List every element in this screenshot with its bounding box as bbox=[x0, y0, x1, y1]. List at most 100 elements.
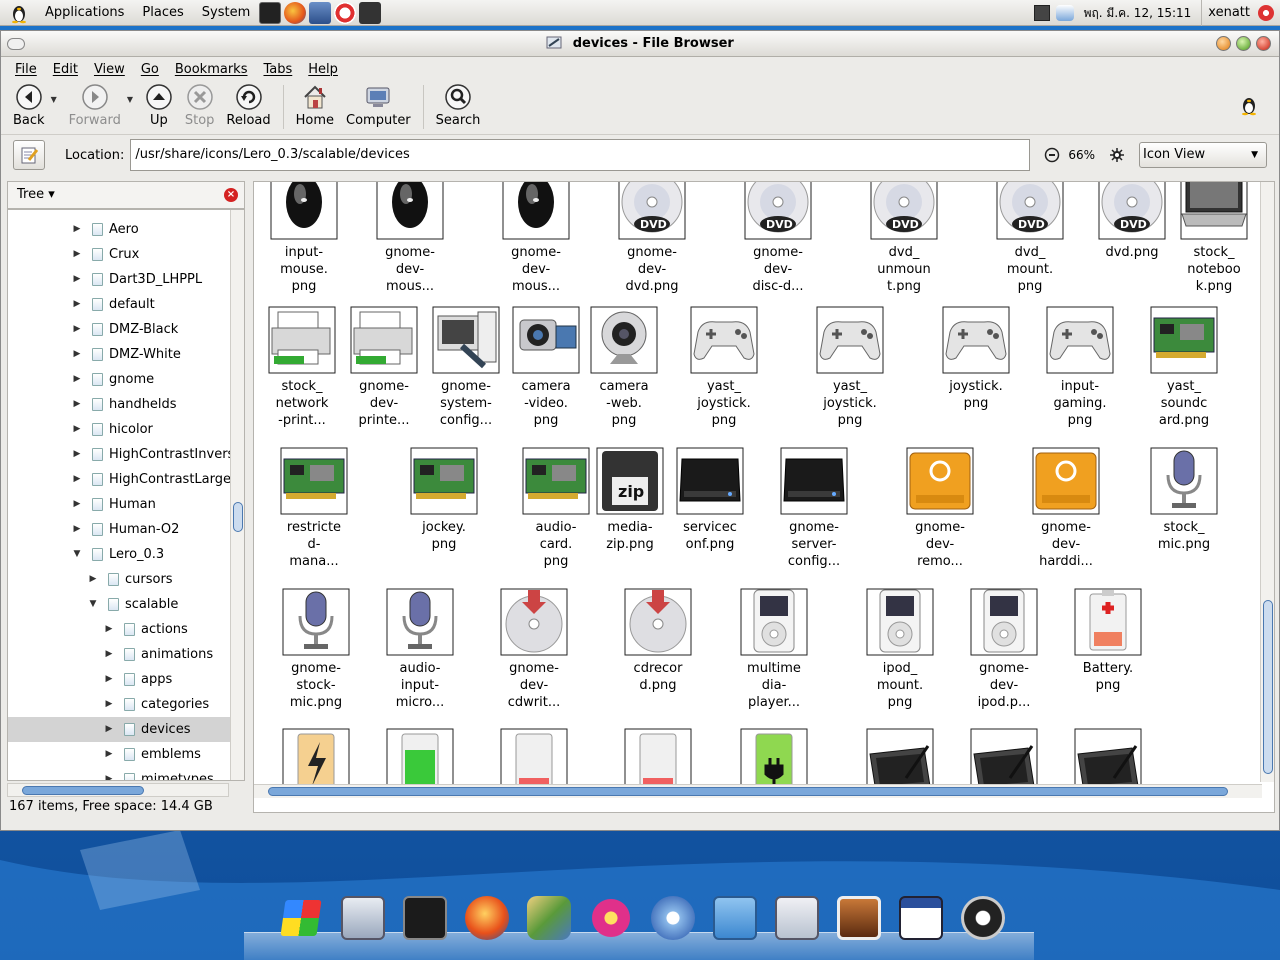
file-item[interactable]: DVD dvd_ unmoun t.png bbox=[858, 182, 950, 295]
file-item[interactable]: input- mouse. png bbox=[258, 182, 350, 295]
dock-item[interactable] bbox=[704, 892, 766, 944]
dock-item[interactable] bbox=[456, 892, 518, 944]
menu-edit[interactable]: Edit bbox=[45, 62, 86, 77]
dock-item[interactable] bbox=[828, 892, 890, 944]
file-item[interactable]: yast_ joystick. png bbox=[804, 306, 896, 429]
dock-item[interactable] bbox=[642, 892, 704, 944]
tree-item[interactable]: ▶ categories bbox=[8, 692, 230, 717]
forward-history-dropdown[interactable]: ▼ bbox=[127, 81, 139, 104]
tree-item[interactable]: ▶ Human bbox=[8, 492, 230, 517]
file-item[interactable]: gnome- dev- printe... bbox=[338, 306, 430, 429]
tree-item[interactable]: ▶ HighContrastInvers bbox=[8, 442, 230, 467]
file-item[interactable]: ipod_ mount. png bbox=[854, 588, 946, 711]
scrollbar-thumb[interactable] bbox=[1263, 600, 1273, 774]
file-item[interactable]: stock_ network -print... bbox=[256, 306, 348, 429]
dock-item[interactable] bbox=[952, 892, 1014, 944]
tree-item[interactable]: ▶ cursors bbox=[8, 567, 230, 592]
maximize-button[interactable] bbox=[1236, 36, 1251, 51]
weather-icon[interactable] bbox=[1055, 5, 1074, 21]
main-horizontal-scrollbar[interactable] bbox=[254, 784, 1262, 798]
file-item[interactable]: Battery. png bbox=[1062, 588, 1154, 694]
tree-item[interactable]: ▶ default bbox=[8, 292, 230, 317]
location-input[interactable]: /usr/share/icons/Lero_0.3/scalable/devic… bbox=[130, 139, 1031, 171]
editor-launcher-icon[interactable] bbox=[309, 1, 332, 24]
dock-item[interactable] bbox=[890, 892, 952, 944]
file-item[interactable]: DVD gnome- dev- disc-d... bbox=[732, 182, 824, 295]
file-item[interactable]: joystick. png bbox=[930, 306, 1022, 412]
dock-item[interactable] bbox=[766, 892, 828, 944]
file-item[interactable]: audio- card. png bbox=[510, 447, 602, 570]
tree-item[interactable]: ▶ gnome bbox=[8, 367, 230, 392]
tree-item[interactable]: ▶ emblems bbox=[8, 742, 230, 767]
menu-view[interactable]: View bbox=[86, 62, 133, 77]
file-item[interactable]: audio- input- micro... bbox=[374, 588, 466, 711]
expand-arrow-icon[interactable]: ▶ bbox=[72, 342, 82, 367]
tree-vertical-scrollbar[interactable] bbox=[230, 210, 244, 780]
file-item[interactable]: gnome- stock- mic.png bbox=[270, 588, 362, 711]
close-button[interactable] bbox=[1256, 36, 1271, 51]
file-item[interactable]: gnome- dev- remo... bbox=[894, 447, 986, 570]
shutdown-icon[interactable] bbox=[1258, 5, 1274, 21]
terminal-launcher-icon[interactable] bbox=[259, 1, 282, 24]
file-item[interactable]: gnome- dev- mous... bbox=[490, 182, 582, 295]
scrollbar-thumb[interactable] bbox=[268, 787, 1228, 796]
file-item[interactable]: restricte d- mana... bbox=[268, 447, 360, 570]
file-item[interactable]: DVD dvd_ mount. png bbox=[984, 182, 1076, 295]
file-item[interactable]: gnome- dev- mous... bbox=[364, 182, 456, 295]
view-mode-select[interactable]: Icon View ▼ bbox=[1139, 142, 1267, 168]
zoom-out-icon[interactable] bbox=[1044, 147, 1060, 163]
file-item[interactable]: gnome- dev- cdwrit... bbox=[488, 588, 580, 711]
expand-arrow-icon[interactable]: ▶ bbox=[72, 217, 82, 242]
file-item[interactable]: multime dia- player... bbox=[728, 588, 820, 711]
dock-item[interactable] bbox=[580, 892, 642, 944]
tree-item[interactable]: ▶ Human-O2 bbox=[8, 517, 230, 542]
up-button[interactable]: Up bbox=[139, 81, 179, 128]
dock-item[interactable] bbox=[518, 892, 580, 944]
tree-item[interactable]: ▶ mimetypes bbox=[8, 767, 230, 780]
file-item[interactable]: DVD gnome- dev- dvd.png bbox=[606, 182, 698, 295]
dock-item[interactable] bbox=[270, 892, 332, 944]
tree-item[interactable]: ▶ DMZ-White bbox=[8, 342, 230, 367]
back-button[interactable]: Back bbox=[7, 81, 51, 128]
home-button[interactable]: Home bbox=[290, 81, 340, 128]
expand-arrow-icon[interactable]: ▶ bbox=[104, 642, 114, 667]
forward-button[interactable]: Forward bbox=[63, 81, 127, 128]
tree-horizontal-scrollbar[interactable] bbox=[7, 783, 229, 797]
expand-arrow-icon[interactable]: ▶ bbox=[104, 667, 114, 692]
collapse-arrow-icon[interactable]: ▼ bbox=[88, 592, 98, 617]
expand-arrow-icon[interactable]: ▶ bbox=[72, 467, 82, 492]
file-item[interactable]: input- gaming. png bbox=[1034, 306, 1126, 429]
collapse-arrow-icon[interactable]: ▼ bbox=[72, 542, 82, 567]
expand-arrow-icon[interactable]: ▶ bbox=[104, 617, 114, 642]
firefox-launcher-icon[interactable] bbox=[284, 1, 307, 24]
user-name[interactable]: xenatt bbox=[1201, 0, 1256, 26]
titlebar[interactable]: devices - File Browser bbox=[1, 31, 1279, 57]
tree-item[interactable]: ▶ Crux bbox=[8, 242, 230, 267]
tree-item[interactable]: ▶ devices bbox=[8, 717, 230, 742]
scrollbar-thumb[interactable] bbox=[22, 786, 144, 795]
expand-arrow-icon[interactable]: ▶ bbox=[104, 767, 114, 780]
tree-item[interactable]: ▶ Dart3D_LHPPL bbox=[8, 267, 230, 292]
file-item[interactable]: stock_ noteboo k.png bbox=[1168, 182, 1260, 295]
help-launcher-icon[interactable] bbox=[334, 1, 357, 24]
network-icon[interactable] bbox=[1033, 5, 1050, 21]
sidebar-mode-select[interactable]: Tree ▾ bbox=[17, 187, 55, 202]
expand-arrow-icon[interactable]: ▶ bbox=[104, 692, 114, 717]
file-item[interactable]: gnome- system- config... bbox=[420, 306, 512, 429]
menu-tabs[interactable]: Tabs bbox=[255, 62, 300, 77]
tree-item[interactable]: ▶ HighContrastLarge bbox=[8, 467, 230, 492]
clock[interactable]: พฤ. มี.ค. 12, 15:11 bbox=[1078, 4, 1202, 23]
window-menu-button[interactable] bbox=[7, 38, 25, 50]
file-item[interactable]: gnome- dev- ipod.p... bbox=[958, 588, 1050, 711]
tree-item[interactable]: ▶ animations bbox=[8, 642, 230, 667]
expand-arrow-icon[interactable]: ▶ bbox=[72, 442, 82, 467]
stop-button[interactable]: Stop bbox=[179, 81, 221, 128]
zoom-normal-icon[interactable] bbox=[1109, 147, 1125, 163]
notes-launcher-icon[interactable] bbox=[359, 1, 382, 24]
menu-file[interactable]: File bbox=[7, 62, 45, 77]
menu-go[interactable]: Go bbox=[133, 62, 167, 77]
file-item[interactable]: stock_ mic.png bbox=[1138, 447, 1230, 553]
close-sidebar-icon[interactable]: × bbox=[224, 188, 238, 202]
expand-arrow-icon[interactable]: ▶ bbox=[72, 267, 82, 292]
dock-item[interactable] bbox=[394, 892, 456, 944]
